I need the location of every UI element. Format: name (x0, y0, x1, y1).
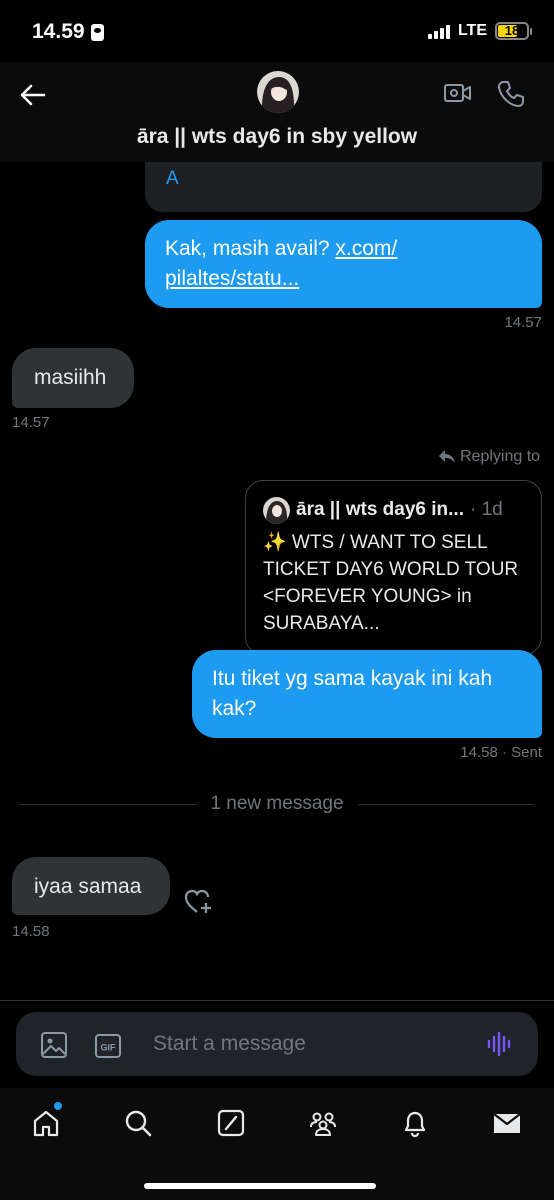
video-call-icon[interactable] (443, 79, 473, 107)
status-time: 14.59 (32, 20, 104, 44)
voice-message-icon[interactable] (486, 1030, 514, 1058)
message-timestamp: 14.57 (12, 414, 50, 431)
quoted-tweet-card[interactable]: āra || wts day6 in... · 1d ✨ WTS / WANT … (245, 480, 542, 655)
image-icon[interactable] (40, 1031, 68, 1059)
home-icon[interactable] (31, 1108, 61, 1138)
reply-arrow-icon (439, 450, 455, 463)
home-indicator[interactable] (144, 1183, 376, 1189)
signal-icon (427, 23, 450, 39)
gif-label: GIF (101, 1043, 117, 1053)
status-bar: 14.59 LTE 18 (0, 0, 554, 62)
gif-icon[interactable]: GIF (94, 1032, 122, 1060)
message-composer: GIF (16, 1012, 538, 1076)
notifications-icon[interactable] (400, 1108, 430, 1138)
incoming-message-bubble[interactable]: masiihh (12, 348, 134, 408)
add-reaction-icon[interactable] (183, 888, 213, 916)
quoted-tweet-text: ✨ WTS / WANT TO SELL TICKET DAY6 WORLD T… (263, 532, 519, 634)
replying-to-label: Replying to (438, 448, 540, 466)
conversation-header: āra || wts day6 in sby yellow (0, 62, 554, 162)
communities-icon[interactable] (308, 1108, 338, 1138)
message-link-cont[interactable]: pilaltes/statu... (165, 267, 299, 290)
message-timestamp: 14.58 (12, 923, 50, 940)
outgoing-message-bubble[interactable]: Kak, masih avail? x.com/ pilaltes/statu.… (145, 220, 542, 308)
phone-call-icon[interactable] (496, 79, 526, 109)
conversation-title[interactable]: āra || wts day6 in sby yellow (0, 125, 554, 149)
avatar (263, 496, 290, 524)
status-time-text: 14.59 (32, 20, 85, 43)
search-icon[interactable] (123, 1108, 153, 1138)
back-arrow-icon[interactable] (18, 80, 48, 110)
chat-thread[interactable]: A Kak, masih avail? x.com/ pilaltes/stat… (0, 62, 554, 1000)
message-timestamp: 14.58 · Sent (460, 744, 542, 761)
quoted-tweet-header: āra || wts day6 in... · 1d (263, 495, 524, 525)
previous-card-text: A (166, 168, 179, 189)
new-message-divider: 1 new message (210, 793, 344, 814)
message-link[interactable]: x.com/ (335, 237, 397, 260)
replying-to-text: Replying to (460, 448, 541, 465)
composer-area: GIF (0, 1000, 554, 1088)
message-text: Itu tiket yg sama kayak ini kah kak? (212, 667, 493, 720)
incoming-message-bubble[interactable]: iyaa samaa (12, 857, 170, 915)
battery-level: 18 (504, 23, 520, 38)
quoted-author-name: āra || wts day6 in... (296, 499, 464, 520)
messages-icon[interactable] (492, 1108, 522, 1138)
message-text: masiihh (34, 366, 107, 389)
message-text: Kak, masih avail? (165, 237, 336, 260)
battery-icon: 18 (495, 22, 532, 40)
quoted-time: · 1d (469, 499, 503, 520)
message-text: iyaa samaa (34, 875, 142, 898)
status-indicators: LTE 18 (427, 22, 532, 40)
message-input[interactable] (153, 1026, 453, 1062)
grok-icon[interactable] (216, 1108, 246, 1138)
network-label: LTE (457, 22, 487, 39)
outgoing-message-bubble[interactable]: Itu tiket yg sama kayak ini kah kak? (192, 650, 542, 738)
message-timestamp: 14.57 (504, 314, 542, 331)
avatar[interactable] (257, 71, 299, 113)
notification-dot (54, 1102, 62, 1110)
contact-badge-icon (90, 23, 104, 41)
